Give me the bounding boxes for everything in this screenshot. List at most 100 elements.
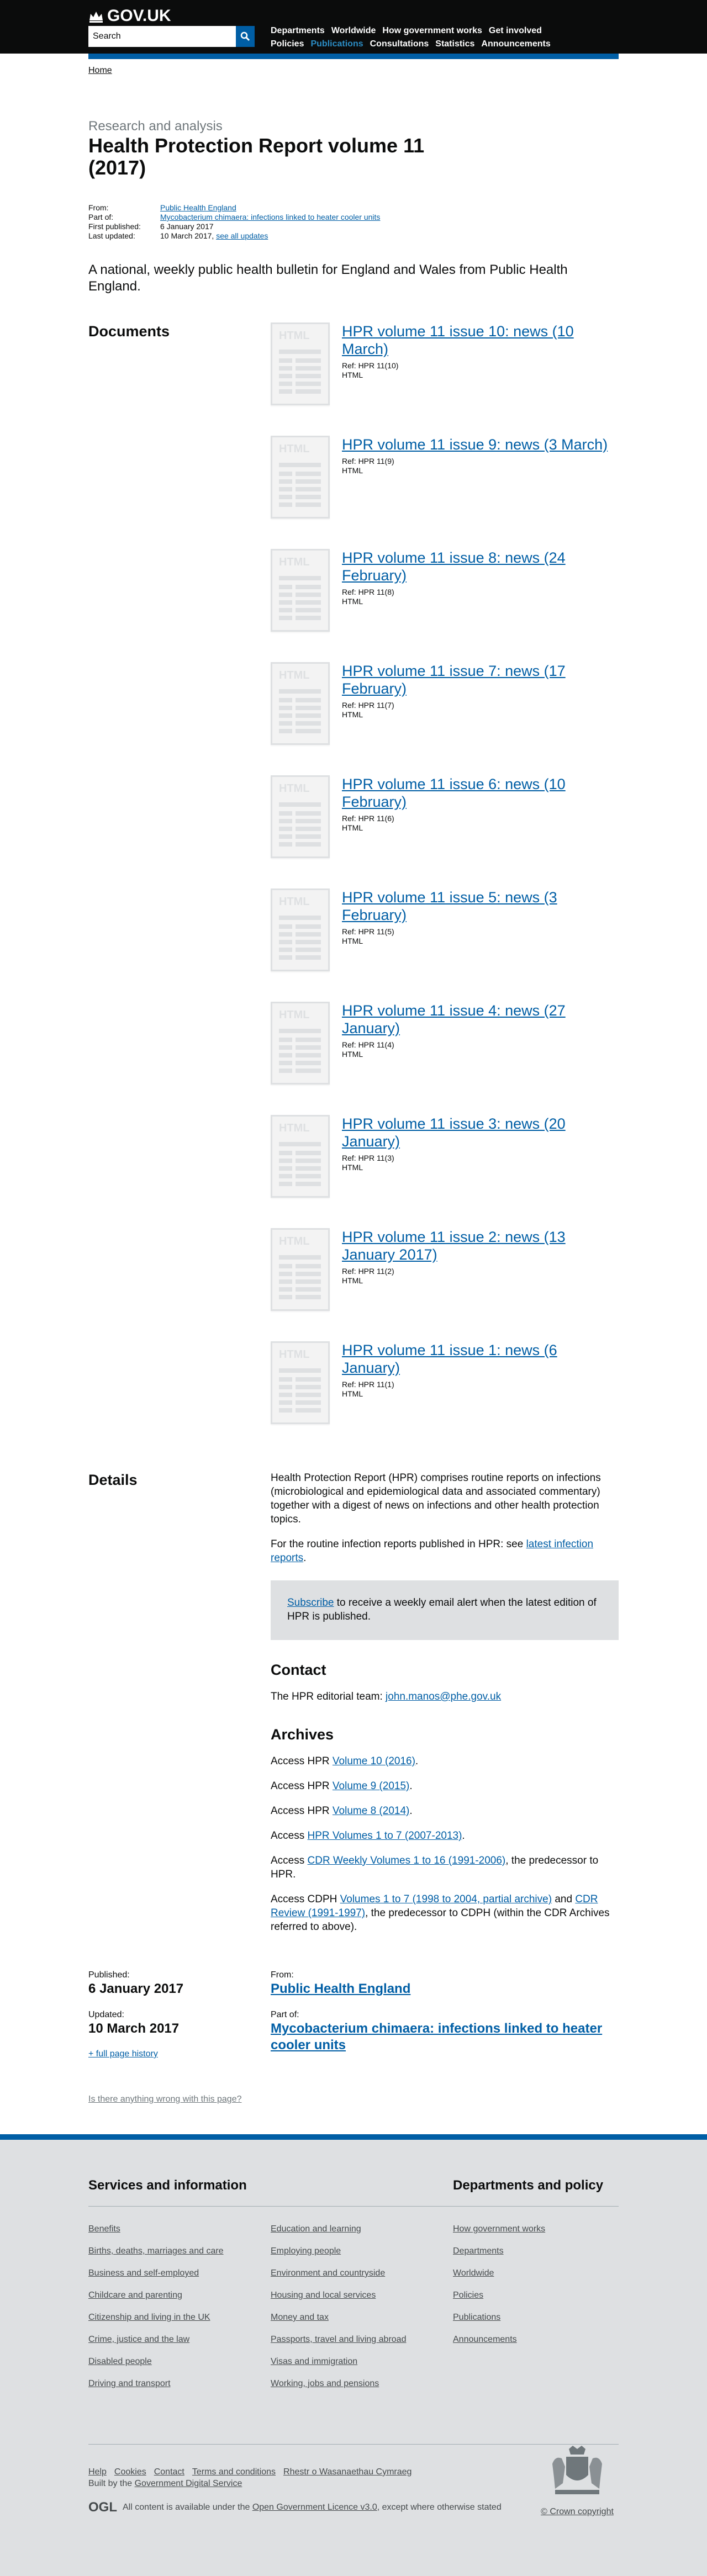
archive-link[interactable]: Volume 9 (2015) [333,1780,409,1792]
archive-link[interactable]: Volume 10 (2016) [333,1755,415,1767]
thumbnail-line [279,358,292,363]
footer-link-education-and-learning[interactable]: Education and learning [271,2224,453,2234]
document-title-link[interactable]: HPR volume 11 issue 4: news (27 January) [342,1002,566,1036]
subscribe-link[interactable]: Subscribe [287,1597,334,1609]
meta-from-link[interactable]: Public Health England [160,203,236,213]
footer-link-visas-and-immigration[interactable]: Visas and immigration [271,2357,453,2367]
footer-link-births-deaths-marriages-and-care[interactable]: Births, deaths, marriages and care [88,2246,271,2256]
footer-meta-link-terms-and-conditions[interactable]: Terms and conditions [192,2467,276,2477]
thumbnail-line [279,1255,321,1260]
report-problem-link[interactable]: Is there anything wrong with this page? [88,2094,242,2104]
document-title-link[interactable]: HPR volume 11 issue 5: news (3 February) [342,889,557,923]
html-document-thumbnail-icon[interactable]: HTML [271,662,330,745]
footer-meta-link-rhestr-o-wasanaethau-cymraeg[interactable]: Rhestr o Wasanaethau Cymraeg [283,2467,411,2477]
document-title-link[interactable]: HPR volume 11 issue 3: news (20 January) [342,1115,566,1150]
footer-link-departments[interactable]: Departments [453,2246,619,2256]
html-document-thumbnail-icon[interactable]: HTML [271,1341,330,1424]
archive-link[interactable]: Volume 8 (2014) [333,1805,409,1817]
document-reference: Ref: HPR 11(7) [342,701,394,710]
thumbnail-line [279,940,292,944]
footer-meta-link-contact[interactable]: Contact [154,2467,184,2477]
footer-link-housing-and-local-services[interactable]: Housing and local services [271,2291,453,2300]
html-document-thumbnail-icon[interactable]: HTML [271,322,330,405]
nav-link-how-government-works[interactable]: How government works [382,24,482,38]
footer-link-citizenship-and-living-in-the-uk[interactable]: Citizenship and living in the UK [88,2313,271,2323]
document-title-link[interactable]: HPR volume 11 issue 1: news (6 January) [342,1342,557,1376]
thumbnail-line [279,502,292,507]
thumbnail-line [296,1377,321,1382]
nav-link-policies[interactable]: Policies [271,38,304,51]
document-title-link[interactable]: HPR volume 11 issue 2: news (13 January … [342,1229,566,1263]
html-document-thumbnail-icon[interactable]: HTML [271,888,330,971]
html-document-thumbnail-icon[interactable]: HTML [271,436,330,519]
thumbnail-line [279,698,292,702]
footer-link-childcare-and-parenting[interactable]: Childcare and parenting [88,2291,271,2300]
footer-services-list: Benefits Education and learning Births, de… [88,2224,453,2389]
thumbnail-line [279,713,292,718]
html-document-thumbnail-icon[interactable]: HTML [271,1228,330,1311]
html-document-thumbnail-icon[interactable]: HTML [271,1115,330,1198]
part-of-collection-link[interactable]: Mycobacterium chimaera: infections linke… [271,2021,602,2053]
contact-email-link[interactable]: john.manos@phe.gov.uk [386,1691,501,1702]
footer-link-announcements[interactable]: Announcements [453,2335,619,2345]
footer-link-working-jobs-and-pensions[interactable]: Working, jobs and pensions [271,2379,453,2389]
nav-link-get-involved[interactable]: Get involved [489,24,542,38]
report-problem: Is there anything wrong with this page? [88,2094,619,2104]
html-document-thumbnail-icon[interactable]: HTML [271,549,330,632]
full-page-history-link[interactable]: + full page history [88,2049,158,2059]
footer-link-worldwide[interactable]: Worldwide [453,2268,619,2278]
footer-link-money-and-tax[interactable]: Money and tax [271,2313,453,2323]
html-document-thumbnail-icon[interactable]: HTML [271,1002,330,1085]
see-all-updates-link[interactable]: see all updates [216,231,268,240]
document-item: HTML HPR volume 11 issue 9: news (3 March… [271,436,619,549]
crown-copyright-link[interactable]: © Crown copyright [536,2507,619,2517]
gds-link[interactable]: Government Digital Service [135,2479,242,2488]
document-title-link[interactable]: HPR volume 11 issue 9: news (3 March) [342,436,608,453]
thumbnail-line [279,1053,292,1057]
html-document-thumbnail-icon[interactable]: HTML [271,775,330,858]
document-title-link[interactable]: HPR volume 11 issue 6: news (10 February… [342,776,566,810]
footer-link-how-government-works[interactable]: How government works [453,2224,619,2234]
site-header: GOV.UK Departments Worldwide How governmen… [0,0,707,54]
document-title-link[interactable]: HPR volume 11 issue 7: news (17 February… [342,663,566,697]
nav-link-worldwide[interactable]: Worldwide [331,24,376,38]
thumbnail-line [296,1400,321,1405]
footer-link-benefits[interactable]: Benefits [88,2224,271,2234]
nav-link-consultations[interactable]: Consultations [370,38,429,51]
search-input[interactable] [88,26,236,47]
footer-link-disabled-people[interactable]: Disabled people [88,2357,271,2367]
archive-link[interactable]: HPR Volumes 1 to 7 (2007-2013) [308,1830,462,1842]
footer-link-environment-and-countryside[interactable]: Environment and countryside [271,2268,453,2278]
footer-link-business-and-self-employed[interactable]: Business and self-employed [88,2268,271,2278]
footer-link-employing-people[interactable]: Employing people [271,2246,453,2256]
cdph-volumes-link[interactable]: Volumes 1 to 7 (1998 to 2004, partial ar… [340,1893,552,1905]
document-title-link[interactable]: HPR volume 11 issue 10: news (10 March) [342,323,574,357]
ogl-licence-link[interactable]: Open Government Licence v3.0 [252,2503,377,2512]
archive-link[interactable]: CDR Weekly Volumes 1 to 16 (1991-2006) [308,1855,506,1866]
published-block: Published: 6 January 2017 Updated: 10 Ma… [88,1970,619,2059]
from-organisation-link[interactable]: Public Health England [271,1981,410,1996]
breadcrumb-home-link[interactable]: Home [88,66,112,75]
thumbnail-line [296,1385,321,1389]
thumbnail-line [279,350,321,354]
footer-link-policies[interactable]: Policies [453,2291,619,2300]
document-title-link[interactable]: HPR volume 11 issue 8: news (24 February… [342,549,566,584]
footer-link-crime-justice-and-the-law[interactable]: Crime, justice and the law [88,2335,271,2345]
nav-link-departments[interactable]: Departments [271,24,325,38]
nav-link-publications[interactable]: Publications [310,38,363,51]
footer-link-passports-travel-and-living-abroad[interactable]: Passports, travel and living abroad [271,2335,453,2345]
thumbnail-label: HTML [279,1348,310,1361]
search-button[interactable] [236,26,255,47]
thumbnail-line [296,955,321,960]
footer-link-driving-and-transport[interactable]: Driving and transport [88,2379,271,2389]
nav-link-announcements[interactable]: Announcements [481,38,550,51]
govuk-logo[interactable]: GOV.UK [88,7,171,25]
meta-part-of-link[interactable]: Mycobacterium chimaera: infections linke… [160,213,380,222]
thumbnail-label: HTML [279,1009,310,1021]
nav-link-statistics[interactable]: Statistics [435,38,474,51]
footer-meta-link-cookies[interactable]: Cookies [114,2467,146,2477]
footer-meta-link-help[interactable]: Help [88,2467,107,2477]
details-paragraph: Health Protection Report (HPR) comprises… [271,1472,601,1525]
thumbnail-label: HTML [279,782,310,795]
footer-link-publications[interactable]: Publications [453,2313,619,2323]
